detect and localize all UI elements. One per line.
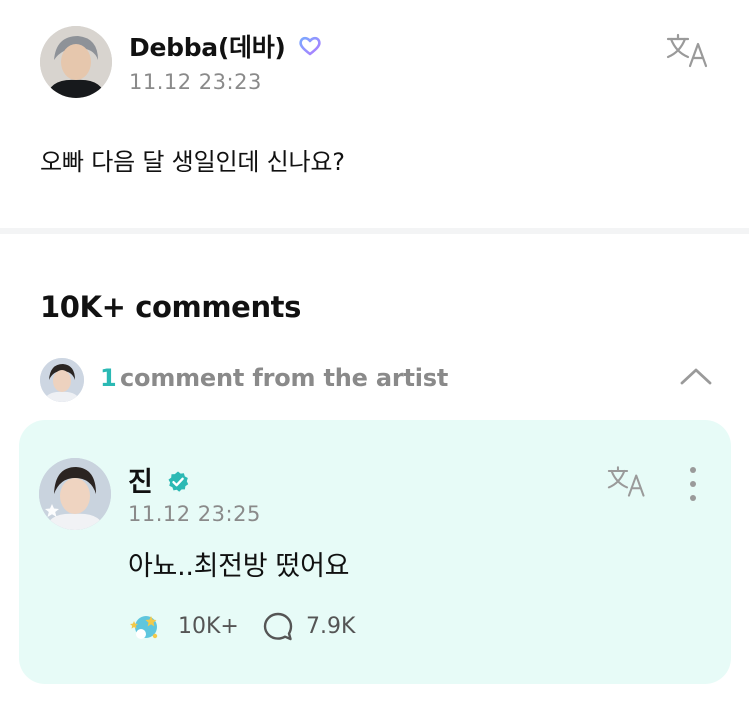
artist-name-text: 진	[128, 467, 153, 498]
artist-avatar[interactable]	[39, 458, 111, 530]
artist-comment-count: 1	[100, 364, 117, 392]
post-timestamp: 11.12 23:23	[129, 70, 262, 94]
artist-mini-avatar	[40, 358, 84, 402]
post: Debba(데바) 11.12 23:23 오빠 다음 달 생일인데 신나요?	[0, 0, 749, 228]
artist-comment-label: comment from the artist	[120, 364, 449, 392]
post-author-name[interactable]: Debba(데바)	[129, 28, 322, 64]
more-vertical-icon[interactable]	[683, 464, 703, 504]
heart-badge-icon	[298, 34, 322, 56]
speech-bubble-icon[interactable]	[262, 611, 294, 643]
section-divider	[0, 228, 749, 234]
like-count: 10K+	[178, 614, 239, 639]
reply-count: 7.9K	[306, 614, 356, 639]
post-body: 오빠 다음 달 생일인데 신나요?	[40, 148, 345, 176]
artist-comment-timestamp: 11.12 23:25	[128, 502, 261, 526]
translate-icon[interactable]	[607, 464, 649, 498]
cheer-sticker-icon[interactable]	[129, 610, 163, 644]
verified-badge-icon	[166, 470, 190, 494]
comment-reactions: 10K+ 7.9K	[129, 610, 429, 644]
artist-comment-body: 아뇨..최전방 떴어요	[128, 551, 350, 582]
artist-comment-card: 진 11.12 23:25 아뇨..최전방 떴어요 10K+ 7.9K	[19, 420, 731, 684]
artist-name[interactable]: 진	[128, 460, 190, 499]
comments-count-heading: 10K+ comments	[40, 290, 302, 324]
post-author-avatar[interactable]	[40, 26, 112, 98]
post-author-name-text: Debba(데바)	[129, 33, 286, 62]
chevron-up-icon[interactable]	[678, 362, 714, 390]
artist-comments-toggle[interactable]: 1 comment from the artist	[40, 354, 720, 402]
translate-icon[interactable]	[666, 32, 712, 68]
